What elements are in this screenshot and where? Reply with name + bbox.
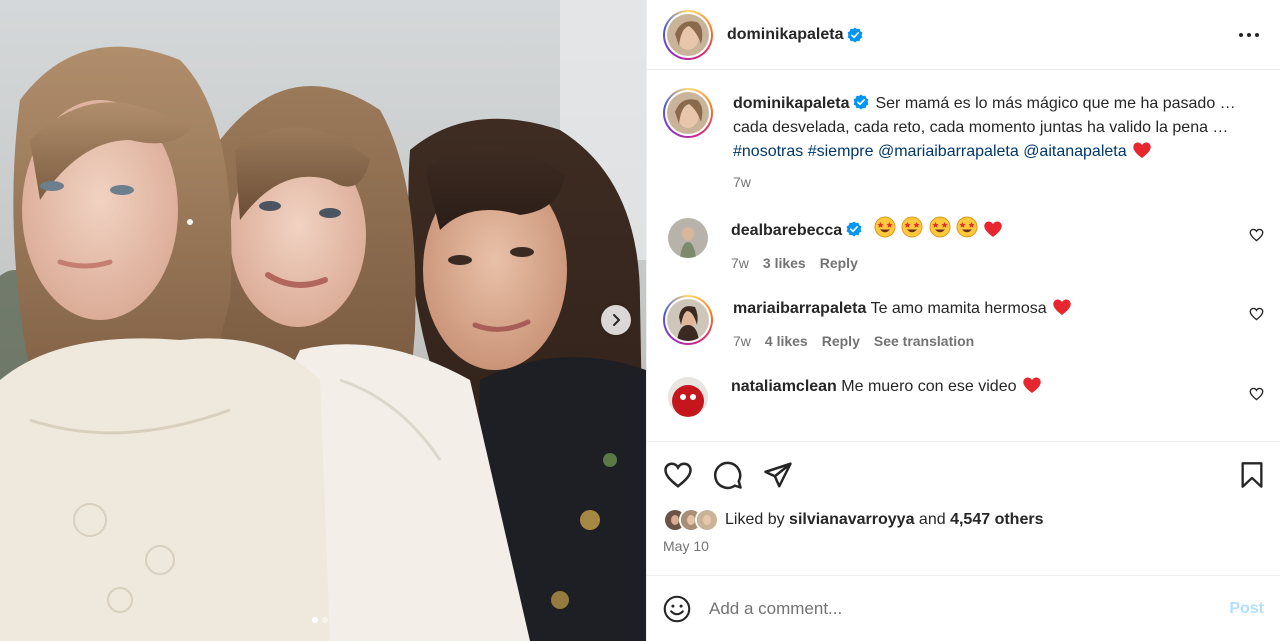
more-horizontal-icon (1239, 32, 1259, 37)
red-heart-icon (984, 221, 1003, 237)
caption-text: dominikapaleta Ser mamá es lo más mágico … (733, 92, 1264, 164)
comment-item: dealbarebecca 7w 3 likes Reply (663, 216, 1264, 275)
star-struck-icon (901, 216, 923, 238)
likes-others-link[interactable]: 4,547 others (950, 511, 1043, 529)
comment-item: nataliamclean Me muero con ese video (663, 373, 1264, 417)
liked-by-username[interactable]: silvianavarroyya (789, 511, 914, 529)
carousel-dot (322, 617, 328, 623)
next-slide-button[interactable] (601, 305, 631, 335)
like-button[interactable] (663, 455, 703, 495)
post-photo (0, 0, 646, 641)
comment-username[interactable]: dealbarebecca (731, 222, 842, 239)
avatar-image (667, 13, 709, 56)
comment-text: Te amo mamita hermosa (870, 300, 1047, 317)
hashtag-link[interactable]: #nosotras (733, 143, 803, 160)
heart-icon (664, 462, 692, 488)
commenter-avatar[interactable] (668, 377, 708, 417)
post-header: dominikapaleta (647, 0, 1280, 70)
comments-list[interactable]: dominikapaleta Ser mamá es lo más mágico … (647, 70, 1280, 441)
commenter-avatar[interactable] (668, 218, 708, 258)
comment-input[interactable] (709, 598, 1230, 619)
likes-mid: and (918, 511, 946, 528)
emoji-smiley-icon[interactable] (663, 595, 691, 623)
comment-likes[interactable]: 4 likes (765, 329, 808, 353)
post-actions-area: Liked by silvianavarroyya and 4,547 othe… (647, 441, 1280, 575)
liked-by-avatars (663, 508, 719, 532)
comment-username[interactable]: mariaibarrapaleta (733, 300, 866, 317)
comment-bubble-icon (714, 461, 742, 490)
mention-link[interactable]: @aitanapaleta (1023, 143, 1126, 160)
avatar-image (668, 377, 708, 417)
comment-likes[interactable]: 3 likes (763, 251, 806, 275)
red-heart-icon (1023, 377, 1041, 393)
red-heart-icon (1133, 142, 1151, 158)
reply-button[interactable]: Reply (822, 329, 860, 353)
comment-time[interactable]: 7w (733, 329, 751, 353)
avatar-image (667, 92, 709, 134)
author-username[interactable]: dominikapaleta (727, 26, 843, 44)
post-comment-button[interactable]: Post (1229, 600, 1264, 618)
post-date[interactable]: May 10 (663, 538, 1264, 554)
post-side-panel: dominikapaleta dominikapaleta Ser mamá e… (646, 0, 1280, 641)
comment-time[interactable]: 7w (731, 251, 749, 275)
action-bar (663, 442, 1264, 508)
comment-item: mariaibarrapaleta Te amo mamita hermosa … (663, 295, 1264, 353)
comment-text: Me muero con ese video (841, 378, 1017, 395)
like-comment-heart-icon[interactable] (1249, 228, 1264, 242)
likes-summary: Liked by silvianavarroyya and 4,547 othe… (663, 508, 1264, 532)
red-heart-icon (1053, 299, 1071, 315)
caption-username[interactable]: dominikapaleta (733, 95, 849, 112)
avatar-image (667, 299, 709, 341)
carousel-dot-active (312, 617, 318, 623)
liker-avatar[interactable] (695, 508, 719, 532)
paper-plane-icon (764, 462, 792, 488)
more-options-button[interactable] (1234, 20, 1264, 50)
star-struck-icon (874, 216, 896, 238)
verified-badge-icon (854, 94, 869, 110)
post-dialog: dominikapaleta dominikapaleta Ser mamá e… (0, 0, 1280, 641)
carousel-indicator (312, 617, 328, 623)
verified-badge-icon (848, 27, 863, 42)
comment-emojis (873, 216, 1004, 239)
mention-link[interactable]: @mariaibarrapaleta (878, 143, 1019, 160)
caption-time[interactable]: 7w (733, 170, 751, 194)
comment-button[interactable] (713, 455, 753, 495)
caption-author-avatar[interactable] (663, 88, 713, 138)
like-comment-heart-icon[interactable] (1249, 387, 1264, 401)
see-translation-button[interactable]: See translation (874, 329, 974, 353)
like-comment-heart-icon[interactable] (1249, 307, 1264, 321)
reply-button[interactable]: Reply (820, 251, 858, 275)
save-button[interactable] (1224, 455, 1264, 495)
chevron-right-icon (613, 314, 620, 326)
post-media[interactable] (0, 0, 646, 641)
author-avatar[interactable] (663, 9, 713, 60)
verified-badge-icon (846, 221, 862, 237)
commenter-avatar[interactable] (663, 295, 713, 345)
hashtag-link[interactable]: #siempre (808, 143, 874, 160)
avatar-image (668, 218, 708, 258)
comment-username[interactable]: nataliamclean (731, 378, 837, 395)
star-struck-icon (929, 216, 951, 238)
share-button[interactable] (763, 455, 803, 495)
likes-prefix: Liked by (725, 511, 785, 528)
bookmark-icon (1241, 462, 1263, 488)
star-struck-icon (956, 216, 978, 238)
post-caption: dominikapaleta Ser mamá es lo más mágico … (663, 88, 1264, 194)
add-comment-bar: Post (647, 575, 1280, 641)
